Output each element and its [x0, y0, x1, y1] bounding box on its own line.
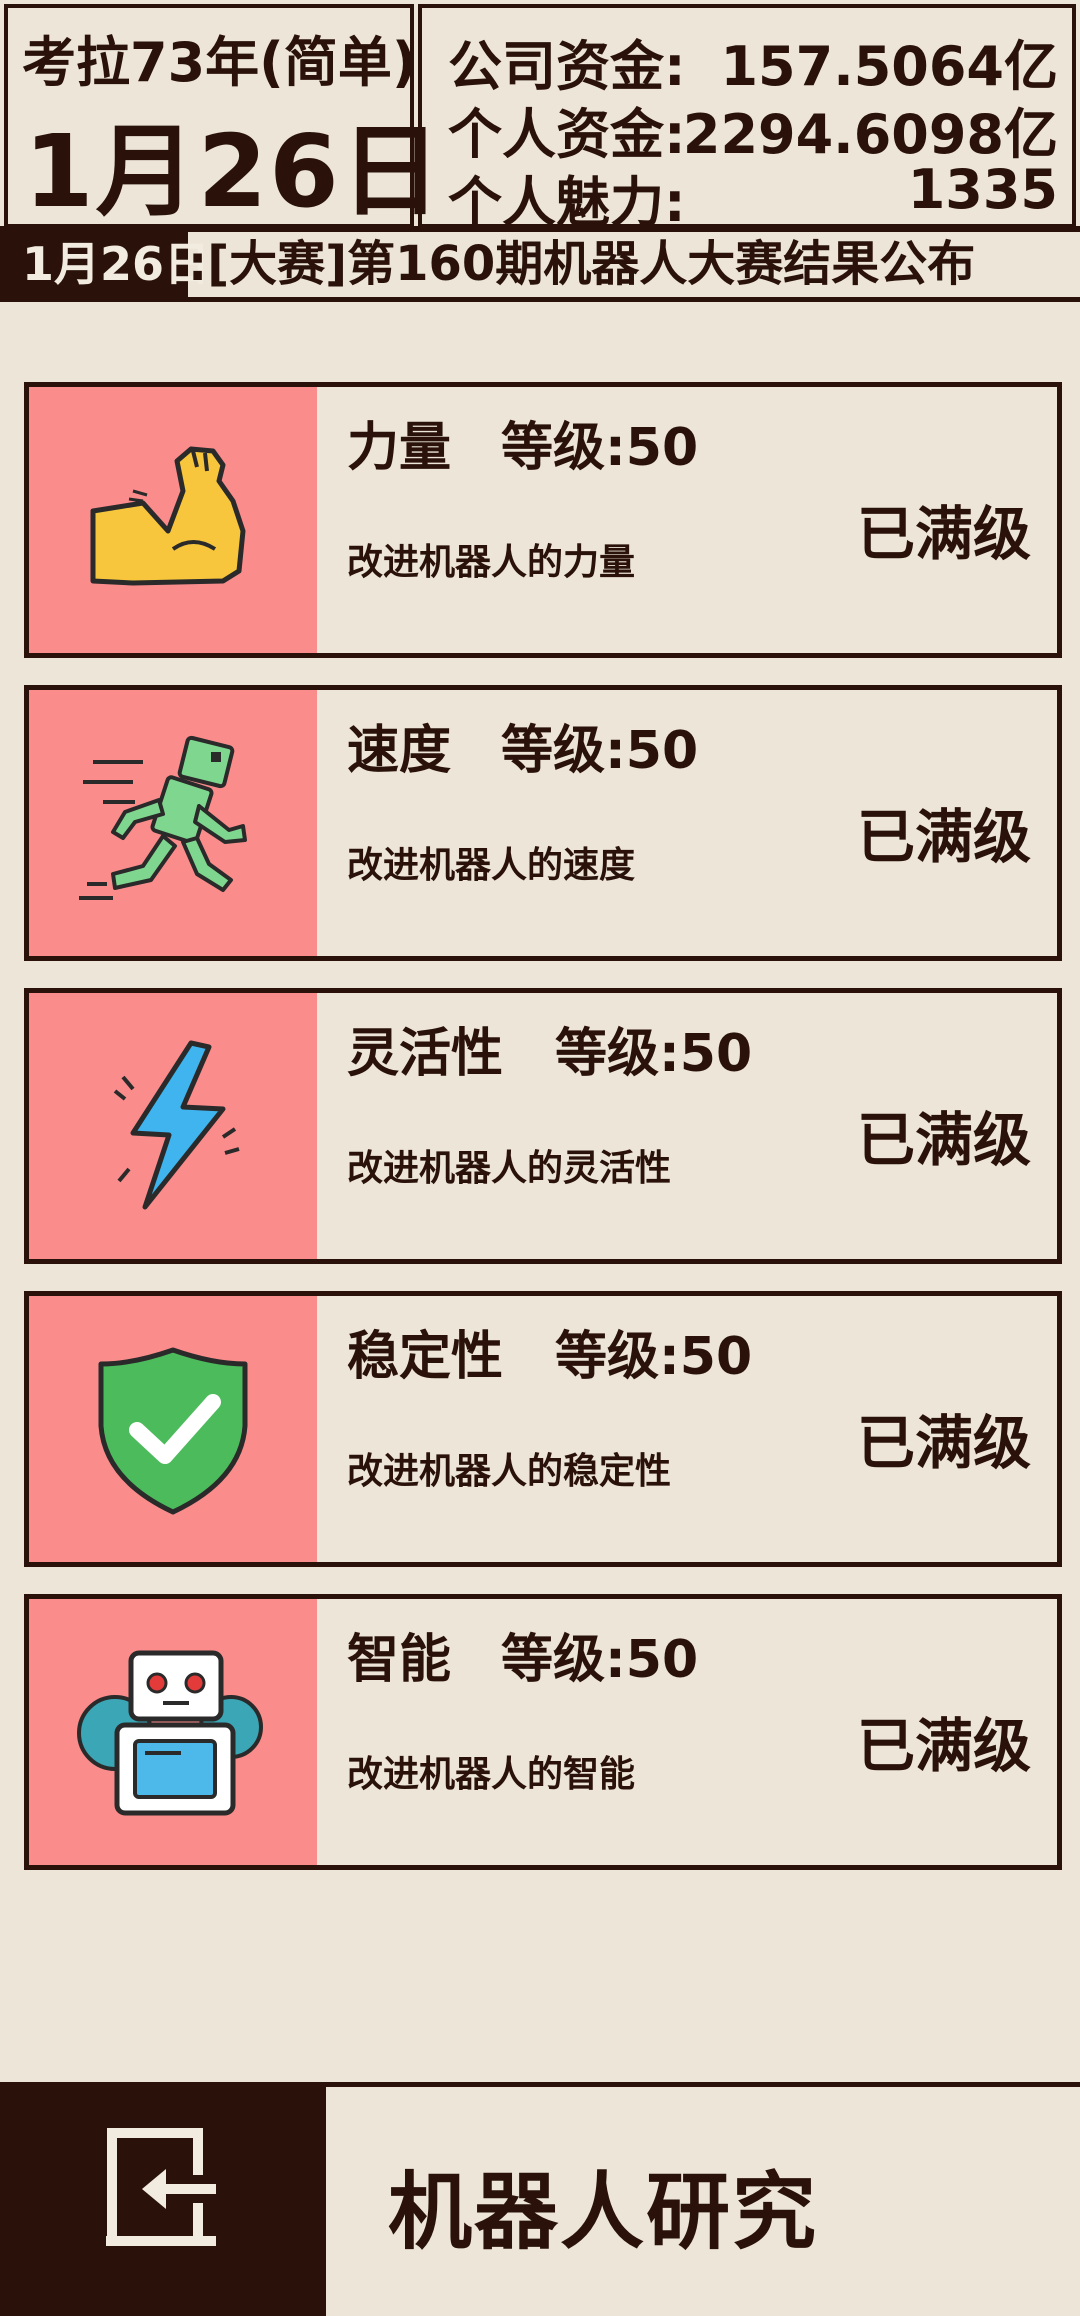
research-card-stability[interactable]: 稳定性 等级:50 改进机器人的稳定性 已满级	[24, 1291, 1062, 1567]
card-title: 速度	[347, 721, 452, 781]
charisma-label: 个人魅力:	[448, 171, 686, 234]
card-level: 等级:50	[501, 418, 699, 478]
ticker-message: :[大赛]第160期机器人大赛结果公布	[188, 236, 976, 292]
card-level: 等级:50	[555, 1327, 753, 1387]
header: 考拉73年(简单) 1月26日 公司资金: 157.5064亿 个人资金: 22…	[0, 0, 1080, 234]
card-title: 灵活性	[347, 1024, 504, 1084]
company-funds-row: 公司资金: 157.5064亿	[448, 22, 1058, 98]
max-level-status: 已满级	[856, 1409, 1031, 1477]
max-level-status: 已满级	[856, 1712, 1031, 1780]
lightning-icon	[113, 1040, 240, 1210]
research-card-agility[interactable]: 灵活性 等级:50 改进机器人的灵活性 已满级	[24, 988, 1062, 1264]
game-year: 考拉73年(简单)	[22, 31, 417, 94]
running-robot-icon	[79, 735, 247, 900]
flexed-arm-icon	[90, 446, 246, 586]
charisma-value: 1335	[907, 158, 1058, 221]
page-title: 机器人研究	[388, 2163, 819, 2261]
research-card-intelligence[interactable]: 智能 等级:50 改进机器人的智能 已满级	[24, 1594, 1062, 1870]
card-description: 改进机器人的速度	[347, 845, 636, 886]
research-card-strength[interactable]: 力量 等级:50 改进机器人的力量 已满级	[24, 382, 1062, 658]
card-icon-panel	[29, 690, 317, 956]
news-ticker[interactable]: 1月26日 :[大赛]第160期机器人大赛结果公布	[0, 232, 1080, 302]
max-level-status: 已满级	[856, 500, 1031, 568]
card-icon-panel	[29, 993, 317, 1259]
card-level: 等级:50	[501, 721, 699, 781]
card-title: 智能	[347, 1630, 452, 1690]
card-level: 等级:50	[501, 1630, 699, 1690]
card-description: 改进机器人的力量	[347, 542, 636, 583]
robot-gear-icon	[77, 1650, 263, 1816]
personal-funds-row: 个人资金: 2294.6098亿	[448, 90, 1058, 166]
card-title: 力量	[347, 418, 452, 478]
max-level-status: 已满级	[856, 1106, 1031, 1174]
card-description: 改进机器人的稳定性	[347, 1451, 672, 1492]
game-date: 1月26日	[24, 113, 443, 230]
card-title: 稳定性	[347, 1327, 504, 1387]
bottom-bar: 机器人研究	[0, 2082, 1080, 2316]
date-panel: 考拉73年(简单) 1月26日	[4, 4, 441, 230]
funds-panel: 公司资金: 157.5064亿 个人资金: 2294.6098亿 个人魅力: 1…	[418, 4, 1076, 234]
research-card-speed[interactable]: 速度 等级:50 改进机器人的速度 已满级	[24, 685, 1062, 961]
shield-check-icon	[98, 1347, 248, 1515]
ticker-date: 1月26日	[0, 232, 210, 297]
card-level: 等级:50	[555, 1024, 753, 1084]
max-level-status: 已满级	[856, 803, 1031, 871]
card-description: 改进机器人的智能	[347, 1754, 636, 1795]
card-description: 改进机器人的灵活性	[347, 1148, 672, 1189]
exit-door-icon	[106, 2128, 216, 2246]
back-button[interactable]	[0, 2087, 326, 2316]
charisma-row: 个人魅力: 1335	[448, 158, 1058, 234]
card-icon-panel	[29, 387, 317, 653]
card-icon-panel	[29, 1599, 317, 1865]
card-icon-panel	[29, 1296, 317, 1562]
